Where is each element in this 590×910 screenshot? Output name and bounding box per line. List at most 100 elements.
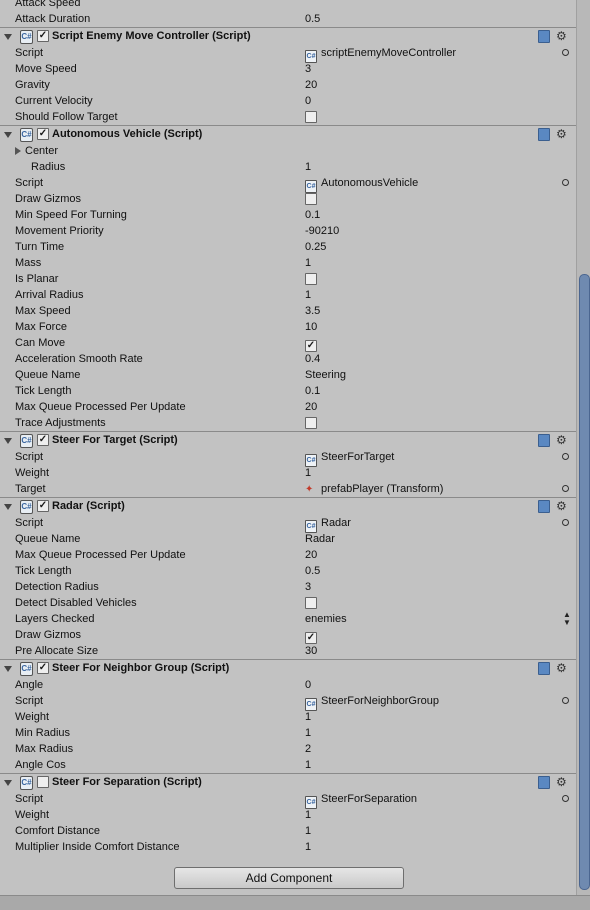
object-field-value: SteerForNeighborGroup: [321, 695, 440, 707]
property-value[interactable]: 1: [305, 255, 311, 271]
property-value[interactable]: -90210: [305, 223, 339, 239]
property-value[interactable]: 0.1: [305, 207, 320, 223]
gear-icon[interactable]: ⚙: [556, 774, 567, 791]
foldout-triangle-icon[interactable]: [4, 132, 12, 138]
property-value[interactable]: 0.5: [305, 563, 320, 579]
help-book-icon[interactable]: [538, 30, 550, 43]
component-enabled-checkbox[interactable]: [37, 776, 49, 788]
gear-icon[interactable]: ⚙: [556, 432, 567, 449]
component-header-steer-for-target-script[interactable]: C# ✓ Steer For Target (Script) ⚙: [0, 431, 576, 449]
property-value[interactable]: Radar: [305, 531, 335, 547]
property-label: Queue Name: [15, 369, 81, 381]
property-row-script: Script C# Radar: [0, 515, 576, 533]
foldout-center[interactable]: Center: [15, 143, 58, 159]
property-value[interactable]: 2: [305, 741, 311, 757]
foldout-triangle-icon[interactable]: [4, 34, 12, 40]
component-enabled-checkbox[interactable]: ✓: [37, 128, 49, 140]
property-value: ✓: [305, 627, 317, 644]
property-value[interactable]: 20: [305, 547, 317, 563]
foldout-arrow-icon[interactable]: [15, 147, 21, 155]
component-enabled-checkbox[interactable]: ✓: [37, 662, 49, 674]
foldout-triangle-icon[interactable]: [4, 438, 12, 444]
component-enabled-checkbox[interactable]: ✓: [37, 30, 49, 42]
property-value[interactable]: 20: [305, 77, 317, 93]
checkbox[interactable]: [305, 193, 317, 205]
component-header-radar-script[interactable]: C# ✓ Radar (Script) ⚙: [0, 497, 576, 515]
property-value[interactable]: 1: [305, 159, 311, 175]
property-value[interactable]: 3.5: [305, 303, 320, 319]
property-value[interactable]: 1: [305, 709, 311, 725]
property-value[interactable]: 1: [305, 757, 311, 773]
object-picker-icon[interactable]: [562, 49, 569, 56]
property-value[interactable]: 0.5: [305, 11, 320, 27]
gear-icon[interactable]: ⚙: [556, 498, 567, 515]
component-enabled-checkbox[interactable]: ✓: [37, 434, 49, 446]
property-value[interactable]: 0: [305, 93, 311, 109]
object-picker-icon[interactable]: [562, 795, 569, 802]
property-value[interactable]: 1: [305, 465, 311, 481]
checkbox[interactable]: [305, 111, 317, 123]
checkbox[interactable]: [305, 273, 317, 285]
property-row-tick-length: Tick Length 0.5: [0, 563, 576, 579]
property-value[interactable]: 1: [305, 839, 311, 855]
component-header-script-enemy-move-controller-script[interactable]: C# ✓ Script Enemy Move Controller (Script)…: [0, 27, 576, 45]
help-book-icon[interactable]: [538, 776, 550, 789]
property-value[interactable]: 20: [305, 399, 317, 415]
object-picker-icon[interactable]: [562, 453, 569, 460]
help-book-icon[interactable]: [538, 662, 550, 675]
script-component-icon: C#: [20, 434, 33, 448]
object-field[interactable]: ✦ prefabPlayer (Transform): [305, 481, 443, 498]
property-value[interactable]: 30: [305, 643, 317, 659]
property-value[interactable]: 3: [305, 61, 311, 77]
gear-icon[interactable]: ⚙: [556, 126, 567, 143]
object-picker-icon[interactable]: [562, 485, 569, 492]
dropdown-value[interactable]: enemies: [305, 611, 347, 627]
property-row-current-velocity: Current Velocity 0: [0, 93, 576, 109]
property-value[interactable]: 0.25: [305, 239, 326, 255]
help-book-icon[interactable]: [538, 128, 550, 141]
vertical-scrollbar[interactable]: [576, 0, 590, 896]
object-field-value: prefabPlayer (Transform): [321, 483, 444, 495]
property-row-min-radius: Min Radius 1: [0, 725, 576, 741]
component-title: Script Enemy Move Controller (Script): [52, 30, 251, 42]
script-component-icon: C#: [20, 500, 33, 514]
property-value[interactable]: 1: [305, 725, 311, 741]
gear-icon[interactable]: ⚙: [556, 660, 567, 677]
property-value[interactable]: 10: [305, 319, 317, 335]
property-row-draw-gizmos: Draw Gizmos: [0, 191, 576, 207]
component-header-steer-for-neighbor-group-script[interactable]: C# ✓ Steer For Neighbor Group (Script) ⚙: [0, 659, 576, 677]
object-picker-icon[interactable]: [562, 519, 569, 526]
property-value[interactable]: 1: [305, 823, 311, 839]
property-value[interactable]: 1: [305, 807, 311, 823]
object-picker-icon[interactable]: [562, 697, 569, 704]
inspector-panel: Attack Speed Attack Duration 0.5 C# ✓ Scri…: [0, 0, 576, 855]
property-value[interactable]: 0: [305, 677, 311, 693]
component-title: Steer For Neighbor Group (Script): [52, 662, 230, 674]
property-row-comfort-distance: Comfort Distance 1: [0, 823, 576, 839]
property-label: Max Queue Processed Per Update: [15, 401, 186, 413]
property-value[interactable]: 3: [305, 579, 311, 595]
checkbox[interactable]: [305, 597, 317, 609]
foldout-triangle-icon[interactable]: [4, 780, 12, 786]
scrollbar-thumb[interactable]: [579, 274, 590, 890]
foldout-triangle-icon[interactable]: [4, 504, 12, 510]
dropdown-arrows-icon[interactable]: ▲ ▼: [563, 611, 571, 627]
add-component-button[interactable]: Add Component: [174, 867, 404, 889]
component-header-autonomous-vehicle-script[interactable]: C# ✓ Autonomous Vehicle (Script) ⚙: [0, 125, 576, 143]
property-value[interactable]: 1: [305, 287, 311, 303]
component-header-steer-for-separation-script[interactable]: C# Steer For Separation (Script) ⚙: [0, 773, 576, 791]
gear-icon[interactable]: ⚙: [556, 28, 567, 45]
property-row-pre-allocate-size: Pre Allocate Size 30: [0, 643, 576, 659]
property-value[interactable]: 0.4: [305, 351, 320, 367]
property-row-movement-priority: Movement Priority -90210: [0, 223, 576, 239]
foldout-triangle-icon[interactable]: [4, 666, 12, 672]
property-label: Queue Name: [15, 533, 81, 545]
component-enabled-checkbox[interactable]: ✓: [37, 500, 49, 512]
property-value[interactable]: 0.1: [305, 383, 320, 399]
property-label: Turn Time: [15, 241, 65, 253]
help-book-icon[interactable]: [538, 500, 550, 513]
checkbox[interactable]: [305, 417, 317, 429]
help-book-icon[interactable]: [538, 434, 550, 447]
property-value[interactable]: Steering: [305, 367, 346, 383]
object-picker-icon[interactable]: [562, 179, 569, 186]
